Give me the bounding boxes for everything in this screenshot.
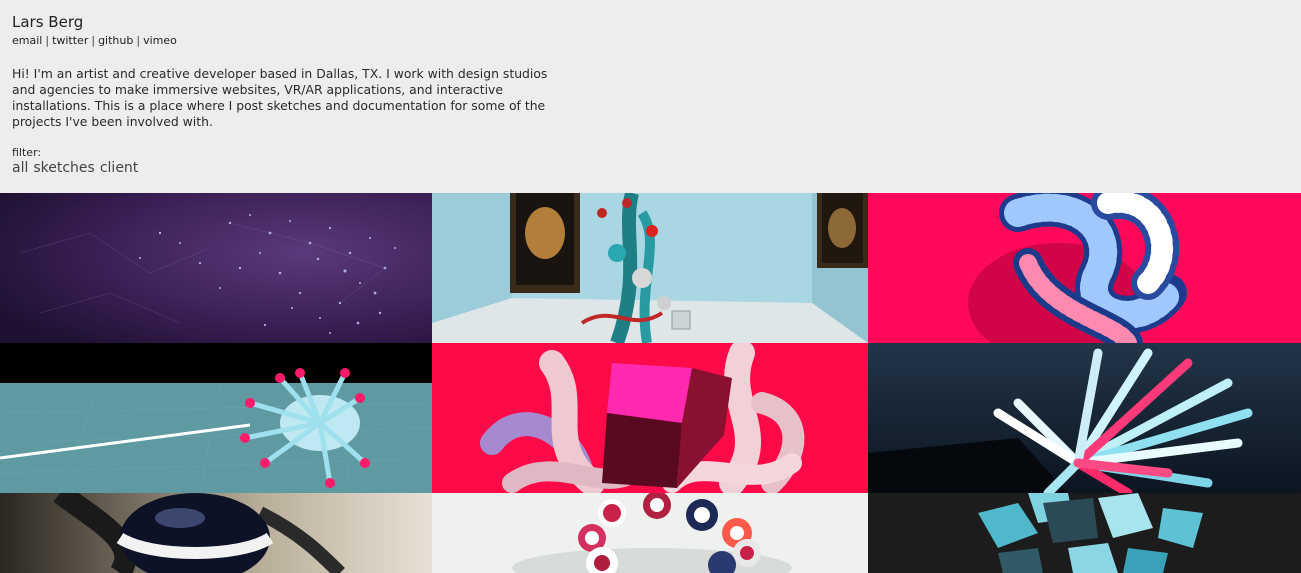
- beaded-ring-thumbnail: [432, 493, 868, 573]
- twitter-link[interactable]: twitter: [52, 34, 88, 47]
- project-tile-tubes[interactable]: [868, 193, 1301, 343]
- site-header: Lars Berg email | twitter | github | vimeo Hi!…: [12, 12, 572, 177]
- project-tile-cube[interactable]: [432, 343, 868, 493]
- tentacle-creature-thumbnail: [0, 343, 432, 493]
- link-separator: |: [136, 34, 141, 47]
- project-tile-gallery[interactable]: [432, 193, 868, 343]
- particle-galaxy-thumbnail: [0, 193, 432, 343]
- cyan-blocks-thumbnail: [868, 493, 1301, 573]
- project-tile-galaxy[interactable]: [0, 193, 432, 343]
- project-grid: [0, 193, 1301, 573]
- pink-cube-tubes-thumbnail: [432, 343, 868, 493]
- striped-tubes-thumbnail: [868, 193, 1301, 343]
- filter-all[interactable]: all: [12, 160, 28, 176]
- link-separator: |: [45, 34, 50, 47]
- filter-label: filter:: [12, 146, 42, 159]
- filter-sketches[interactable]: sketches: [33, 160, 94, 176]
- site-title: Lars Berg: [12, 13, 84, 31]
- project-tile-beads[interactable]: [432, 493, 868, 573]
- radiating-rods-thumbnail: [868, 343, 1301, 493]
- intro-text: Hi! I'm an artist and creative developer…: [12, 66, 548, 129]
- gallery-sculpture-thumbnail: [432, 193, 868, 343]
- project-tile-rods[interactable]: [868, 343, 1301, 493]
- vimeo-link[interactable]: vimeo: [143, 34, 177, 47]
- dark-sphere-thumbnail: [0, 493, 432, 573]
- project-tile-tentacles[interactable]: [0, 343, 432, 493]
- filter-client[interactable]: client: [100, 160, 138, 176]
- email-link[interactable]: email: [12, 34, 42, 47]
- github-link[interactable]: github: [98, 34, 133, 47]
- filter-bar: all sketches client: [12, 159, 572, 177]
- project-tile-blocks[interactable]: [868, 493, 1301, 573]
- social-links: email | twitter | github | vimeo: [12, 34, 572, 48]
- link-separator: |: [91, 34, 96, 47]
- project-tile-sphere[interactable]: [0, 493, 432, 573]
